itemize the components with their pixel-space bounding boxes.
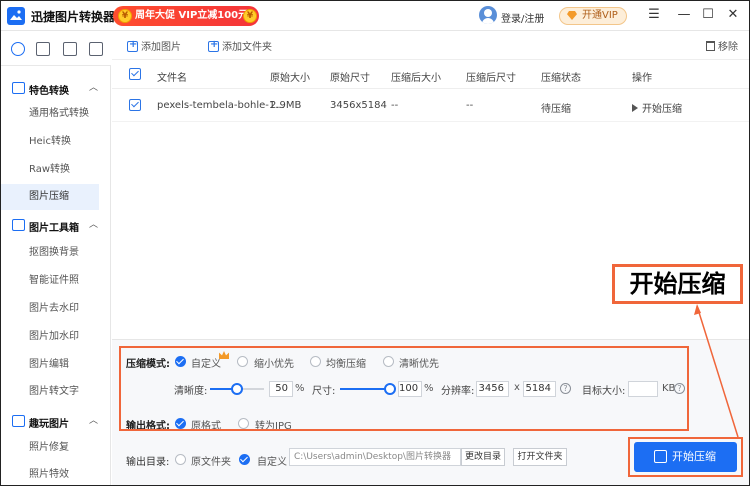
login-link[interactable]: 登录/注册 xyxy=(501,10,544,25)
section-title: 趣玩图片 xyxy=(29,419,69,430)
col-new-dims: 压缩后尺寸 xyxy=(466,73,516,84)
title-bar: 迅捷图片转换器 ¥ 周年大促 VIP立减100元 ¥ 登录/注册 开通VIP ☰… xyxy=(1,1,749,31)
chevron-up-icon: ︿ xyxy=(89,416,99,426)
image-icon[interactable] xyxy=(63,42,77,56)
sidebar-tool-icons xyxy=(1,32,111,66)
open-vip-button[interactable]: 开通VIP xyxy=(559,7,627,25)
sidebar-item-image-to-text[interactable]: 图片转文字 xyxy=(1,379,99,405)
col-new-size: 压缩后大小 xyxy=(391,73,441,84)
trash-icon xyxy=(706,41,715,51)
settings-highlight-frame xyxy=(119,346,689,431)
section-title: 图片工具箱 xyxy=(29,223,79,234)
convert-icon xyxy=(12,82,25,94)
callout-label: 开始压缩 xyxy=(612,264,743,304)
sidebar-item-add-watermark[interactable]: 图片加水印 xyxy=(1,324,99,350)
sidebar-item-photo-repair[interactable]: 照片修复 xyxy=(1,435,99,461)
table-row[interactable]: pexels-tembela-bohle-1... 2.9MB 3456x518… xyxy=(112,90,749,122)
start-compress-button[interactable]: 开始压缩 xyxy=(634,442,737,472)
promo-banner[interactable]: ¥ 周年大促 VIP立减100元 ¥ xyxy=(113,6,259,26)
col-status: 压缩状态 xyxy=(541,73,581,84)
col-action: 操作 xyxy=(632,73,652,84)
add-icon xyxy=(127,39,138,52)
sidebar-section-fun[interactable]: 趣玩图片 ︿ xyxy=(1,408,111,434)
output-custom-label[interactable]: 自定义 xyxy=(257,453,287,468)
cell-new-dims: -- xyxy=(466,100,474,111)
sidebar-item-remove-watermark[interactable]: 图片去水印 xyxy=(1,296,99,322)
close-icon[interactable]: ✕ xyxy=(725,7,741,23)
play-icon xyxy=(632,104,638,112)
add-folder-label: 添加文件夹 xyxy=(222,42,272,53)
cell-orig-dims: 3456x5184 xyxy=(330,100,387,111)
output-path-field[interactable]: C:\Users\admin\Desktop\图片转换器 xyxy=(289,448,461,466)
sidebar-item-general-convert[interactable]: 通用格式转换 xyxy=(1,101,99,127)
output-original-label[interactable]: 原文件夹 xyxy=(191,453,231,468)
coin-icon: ¥ xyxy=(243,9,257,23)
sidebar-item-cutout[interactable]: 抠图换背景 xyxy=(1,240,99,266)
remove-button[interactable]: 移除 xyxy=(706,38,738,53)
sidebar-section-special[interactable]: 特色转换 ︿ xyxy=(1,75,111,101)
avatar-icon[interactable] xyxy=(479,6,497,24)
fun-image-icon xyxy=(12,415,25,427)
section-title: 特色转换 xyxy=(29,86,69,97)
output-original-radio[interactable] xyxy=(175,454,186,465)
row-action-label: 开始压缩 xyxy=(642,104,682,115)
sidebar-item-heic[interactable]: Heic转换 xyxy=(1,129,99,155)
row-start-compress-button[interactable]: 开始压缩 xyxy=(632,100,682,115)
sidebar-item-compress[interactable]: 图片压缩 xyxy=(1,184,99,210)
cell-filename: pexels-tembela-bohle-1... xyxy=(157,100,285,111)
menu-icon[interactable]: ☰ xyxy=(646,7,662,23)
file-table-header: 文件名 原始大小 原始尺寸 压缩后大小 压缩后尺寸 压缩状态 操作 xyxy=(112,59,749,89)
output-custom-radio[interactable] xyxy=(239,454,250,465)
sidebar-section-toolbox[interactable]: 图片工具箱 ︿ xyxy=(1,212,111,238)
row-checkbox[interactable] xyxy=(129,99,141,111)
add-image-button[interactable]: 添加图片 xyxy=(127,38,181,53)
toolbox-icon xyxy=(12,219,25,231)
add-folder-icon xyxy=(208,39,219,52)
sidebar-item-photo-effects[interactable]: 照片特效 xyxy=(1,462,99,485)
toolbar: 添加图片 添加文件夹 移除 xyxy=(112,32,749,58)
app-window: 迅捷图片转换器 ¥ 周年大促 VIP立减100元 ¥ 登录/注册 开通VIP ☰… xyxy=(0,0,750,486)
add-folder-button[interactable]: 添加文件夹 xyxy=(208,38,272,53)
app-title: 迅捷图片转换器 xyxy=(31,10,116,24)
diamond-icon xyxy=(567,11,577,20)
chevron-up-icon: ︿ xyxy=(89,83,99,93)
remove-label: 移除 xyxy=(718,42,738,53)
app-logo-icon xyxy=(7,7,25,25)
swap-icon[interactable] xyxy=(11,42,25,56)
col-filename: 文件名 xyxy=(157,73,187,84)
change-dir-button[interactable]: 更改目录 xyxy=(461,448,505,466)
cell-new-size: -- xyxy=(391,100,399,111)
edit-icon[interactable] xyxy=(89,42,103,56)
add-image-label: 添加图片 xyxy=(141,42,181,53)
coin-icon: ¥ xyxy=(118,9,132,23)
select-all-checkbox[interactable] xyxy=(129,68,141,80)
maximize-icon[interactable]: ☐ xyxy=(700,7,716,23)
cell-status: 待压缩 xyxy=(541,104,571,115)
col-orig-dims: 原始尺寸 xyxy=(330,73,370,84)
promo-text: 周年大促 VIP立减100元 xyxy=(135,10,249,21)
sidebar-item-image-edit[interactable]: 图片编辑 xyxy=(1,352,99,378)
open-folder-button[interactable]: 打开文件夹 xyxy=(513,448,567,466)
chevron-up-icon: ︿ xyxy=(89,220,99,230)
compress-icon xyxy=(654,450,667,463)
vip-label: 开通VIP xyxy=(582,10,618,21)
cell-orig-size: 2.9MB xyxy=(270,100,302,111)
sidebar-item-id-photo[interactable]: 智能证件照 xyxy=(1,268,99,294)
minimize-icon[interactable]: — xyxy=(676,7,692,23)
output-dir-label: 输出目录: xyxy=(126,457,170,468)
sidebar: 特色转换 ︿ 通用格式转换 Heic转换 Raw转换 图片压缩 图片工具箱 ︿ … xyxy=(1,66,111,485)
resize-icon[interactable] xyxy=(36,42,50,56)
start-compress-label: 开始压缩 xyxy=(672,450,716,463)
col-orig-size: 原始大小 xyxy=(270,73,310,84)
sidebar-item-raw[interactable]: Raw转换 xyxy=(1,157,99,183)
